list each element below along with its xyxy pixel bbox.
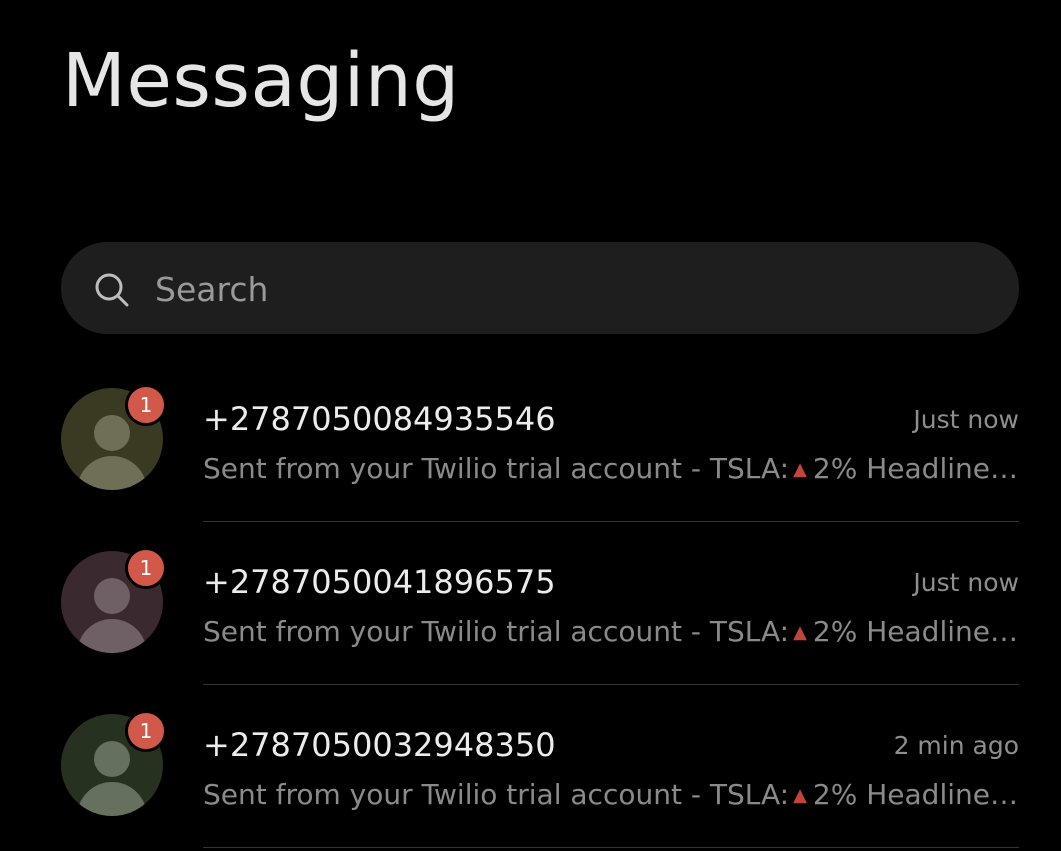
conversation-item[interactable]: 1 +2787050041896575 Just now Sent from y… [0, 523, 1061, 686]
search-bar[interactable] [61, 242, 1019, 336]
conversation-item[interactable]: 1 +2787050084935546 Just now Sent from y… [0, 360, 1061, 523]
divider [203, 684, 1019, 685]
triangle-up-icon: ▲ [793, 785, 807, 806]
divider [203, 847, 1019, 848]
preview-suffix: 2% Headline:... [812, 452, 1019, 485]
preview-prefix: Sent from your Twilio trial account - TS… [203, 452, 790, 485]
message-time: 2 min ago [893, 731, 1019, 760]
message-preview: Sent from your Twilio trial account - TS… [203, 615, 1019, 648]
unread-badge: 1 [125, 547, 167, 589]
message-preview: Sent from your Twilio trial account - TS… [203, 778, 1019, 811]
contact-number: +2787050041896575 [203, 563, 556, 601]
search-input[interactable] [153, 242, 977, 336]
contact-number: +2787050084935546 [203, 400, 556, 438]
message-time: Just now [913, 405, 1019, 434]
avatar-body [77, 456, 147, 490]
preview-suffix: 2% Headline:... [812, 615, 1019, 648]
triangle-up-icon: ▲ [793, 459, 807, 480]
preview-prefix: Sent from your Twilio trial account - TS… [203, 615, 790, 648]
avatar-body [77, 782, 147, 816]
avatar-head [94, 741, 130, 777]
message-preview: Sent from your Twilio trial account - TS… [203, 452, 1019, 485]
search-icon [95, 273, 129, 307]
preview-suffix: 2% Headline:... [812, 778, 1019, 811]
page-title: Messaging [62, 38, 460, 124]
contact-number: +2787050032948350 [203, 726, 556, 764]
avatar-body [77, 619, 147, 653]
divider [203, 521, 1019, 522]
triangle-up-icon: ▲ [793, 622, 807, 643]
avatar-head [94, 578, 130, 614]
preview-prefix: Sent from your Twilio trial account - TS… [203, 778, 790, 811]
avatar-head [94, 415, 130, 451]
unread-badge: 1 [125, 384, 167, 426]
message-time: Just now [913, 568, 1019, 597]
conversation-item[interactable]: 1 +2787050032948350 2 min ago Sent from … [0, 686, 1061, 849]
unread-badge: 1 [125, 710, 167, 752]
